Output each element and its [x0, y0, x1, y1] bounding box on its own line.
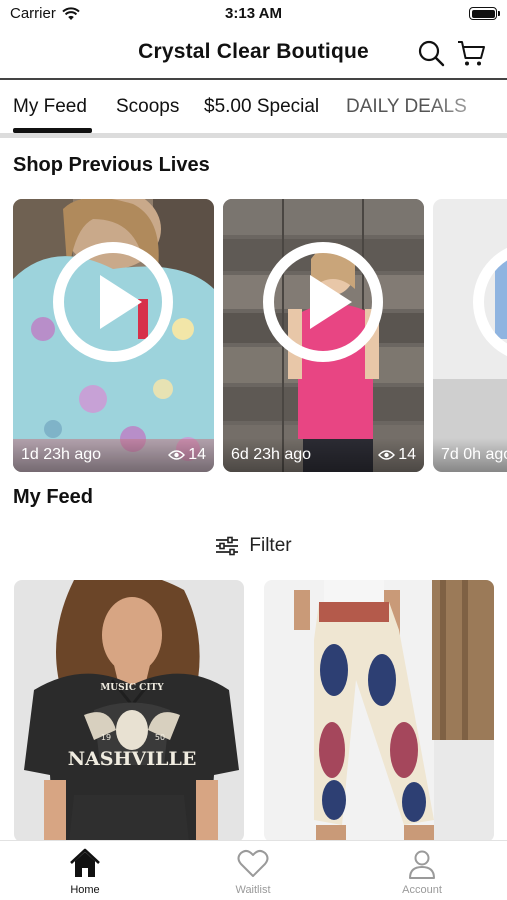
live-views-label: 14 — [398, 446, 416, 463]
product-image: MUSIC CITY 19 50 NASHVILLE — [14, 580, 244, 842]
cart-icon[interactable] — [456, 38, 486, 68]
tab-5-special[interactable]: $5.00 Special — [204, 96, 319, 118]
eye-icon — [378, 450, 396, 460]
live-video-card[interactable]: 6d 23h ago 14 — [223, 199, 424, 472]
filter-label: Filter — [249, 535, 292, 556]
play-icon — [310, 275, 352, 329]
print-text-nashville: NASHVILLE — [68, 748, 197, 770]
bottom-tab-bar: Home Waitlist Account — [0, 840, 507, 900]
live-time-ago: 6d 23h ago — [231, 446, 312, 463]
sliders-icon — [216, 536, 239, 556]
heart-icon — [237, 849, 269, 877]
tabbar-item-account[interactable]: Account — [372, 847, 472, 896]
product-card[interactable]: MUSIC CITY 19 50 NASHVILLE — [14, 580, 244, 842]
previous-lives-heading: Shop Previous Lives — [13, 154, 210, 176]
live-video-card[interactable]: 7d 0h ago — [433, 199, 507, 472]
print-text-music-city: MUSIC CITY — [100, 683, 164, 693]
live-view-count: 14 — [168, 446, 206, 464]
print-year-left: 19 — [101, 733, 111, 742]
live-video-card[interactable]: 1d 23h ago 14 — [13, 199, 214, 472]
tabbar-item-home[interactable]: Home — [35, 847, 135, 896]
home-icon — [70, 848, 100, 877]
status-bar: Carrier 3:13 AM — [0, 0, 507, 28]
product-image — [264, 580, 494, 842]
live-views-label: 14 — [188, 446, 206, 463]
tab-scoops[interactable]: Scoops — [116, 96, 179, 118]
play-icon — [100, 275, 142, 329]
tabs-divider — [0, 133, 507, 138]
search-icon[interactable] — [416, 38, 446, 68]
app-header: Crystal Clear Boutique — [0, 28, 507, 78]
tabbar-label-account: Account — [402, 884, 442, 896]
play-button[interactable] — [53, 242, 173, 362]
live-time-ago: 1d 23h ago — [21, 446, 102, 463]
live-time-ago: 7d 0h ago — [441, 446, 507, 463]
live-view-count: 14 — [378, 446, 416, 464]
tabs-fade — [427, 92, 507, 126]
tab-my-feed[interactable]: My Feed — [13, 96, 87, 118]
tabbar-label-waitlist: Waitlist — [235, 884, 271, 896]
play-button[interactable] — [263, 242, 383, 362]
product-card[interactable] — [264, 580, 494, 842]
user-icon — [409, 850, 435, 879]
my-feed-heading: My Feed — [13, 486, 94, 508]
status-time: 3:13 AM — [225, 5, 282, 22]
eye-icon — [168, 450, 186, 460]
battery-icon — [469, 7, 500, 20]
tabbar-item-waitlist[interactable]: Waitlist — [203, 847, 303, 896]
previous-lives-carousel[interactable]: 1d 23h ago 14 6d 23h ago 14 7d 0h ago — [0, 199, 507, 473]
tabbar-label-home: Home — [70, 884, 100, 896]
print-year-right: 50 — [155, 733, 165, 742]
filter-button[interactable]: Filter — [0, 532, 507, 560]
